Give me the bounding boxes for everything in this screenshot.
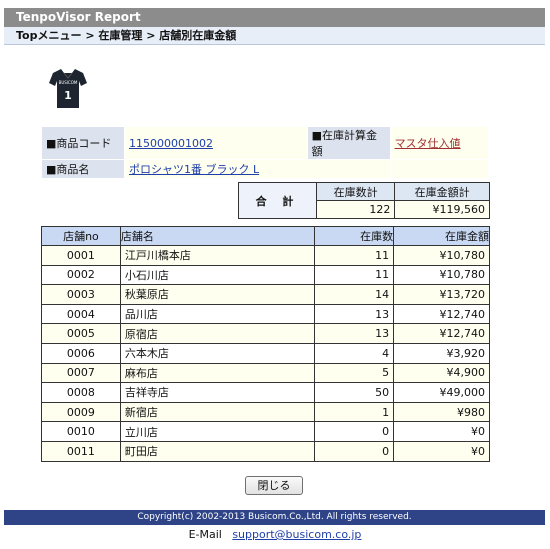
product-code-label: ■商品コード: [41, 126, 125, 160]
column-header-stock-amount: 在庫金額: [393, 226, 490, 246]
stock-amount-cell: ¥10,780: [393, 264, 490, 286]
breadcrumb-current: 店舗別在庫金額: [159, 29, 237, 42]
app-title-bar: TenpoVisor Report: [4, 8, 545, 27]
column-header-store-no: 店舗no: [41, 226, 121, 246]
store-name-cell: 麻布店: [119, 362, 316, 384]
calc-amount-cell: マスタ仕入値: [389, 126, 490, 160]
stock-qty-cell: 50: [314, 382, 395, 403]
stock-amount-cell: ¥10,780: [393, 245, 490, 266]
stock-qty-cell: 0: [314, 440, 395, 462]
stock-qty-cell: 4: [314, 342, 395, 364]
close-button[interactable]: 閉じる: [245, 476, 303, 495]
store-no-cell: 0006: [41, 342, 121, 364]
store-no-cell: 0008: [41, 382, 121, 403]
column-header-stock-qty: 在庫数: [314, 226, 395, 246]
store-no-cell: 0003: [41, 284, 121, 305]
summary-total-label: 合 計: [238, 182, 317, 219]
store-no-cell: 0004: [41, 303, 121, 325]
store-no-cell: 0009: [41, 401, 121, 423]
store-name-cell: 町田店: [119, 440, 316, 462]
store-no-cell: 0011: [41, 440, 121, 462]
stock-amount-cell: ¥13,720: [393, 284, 490, 305]
summary-amount-header: 在庫金額計: [394, 182, 490, 201]
breadcrumb-top-menu[interactable]: Topメニュー: [16, 29, 81, 42]
calc-amount-link[interactable]: マスタ仕入値: [395, 137, 461, 150]
email-label: E-Mail: [188, 528, 222, 541]
stock-qty-cell: 0: [314, 421, 395, 442]
store-no-cell: 0002: [41, 264, 121, 286]
summary-table: 合 計 在庫数計 在庫金額計 122 ¥119,560: [238, 182, 490, 219]
store-name-cell: 立川店: [119, 421, 316, 442]
store-name-cell: 品川店: [119, 303, 316, 325]
stock-amount-cell: ¥0: [393, 440, 490, 462]
summary-amount-total: ¥119,560: [394, 200, 490, 219]
summary-qty-header: 在庫数計: [315, 182, 396, 201]
table-row: 0005 原宿店 13 ¥12,740: [41, 323, 490, 344]
store-name-cell: 江戸川橋本店: [119, 245, 316, 266]
table-row: 0007 麻布店 5 ¥4,900: [41, 362, 490, 384]
store-name-cell: 吉祥寺店: [119, 382, 316, 403]
product-name-link[interactable]: ポロシャツ1番 ブラック L: [129, 163, 259, 176]
table-row: 0001 江戸川橋本店 11 ¥10,780: [41, 245, 490, 266]
store-name-cell: 原宿店: [119, 323, 316, 344]
store-name-cell: 新宿店: [119, 401, 316, 423]
stock-amount-cell: ¥0: [393, 421, 490, 442]
table-row: 0004 品川店 13 ¥12,740: [41, 303, 490, 325]
store-no-cell: 0005: [41, 323, 121, 344]
breadcrumb-inventory[interactable]: 在庫管理: [98, 29, 142, 42]
stock-qty-cell: 5: [314, 362, 395, 384]
product-code-link[interactable]: 115000001002: [129, 137, 213, 150]
breadcrumb: Topメニュー > 在庫管理 > 店舗別在庫金額: [4, 27, 545, 45]
shirt-brand-text: BUSICOM: [59, 80, 78, 85]
store-no-cell: 0007: [41, 362, 121, 384]
stock-amount-cell: ¥49,000: [393, 382, 490, 403]
stock-qty-cell: 11: [314, 264, 395, 286]
footer-email: E-Mail support@busicom.co.jp: [0, 528, 550, 541]
store-no-cell: 0010: [41, 421, 121, 442]
store-stock-table: 店舗no 店舗名 在庫数 在庫金額 0001 江戸川橋本店 11 ¥10,780 00…: [41, 226, 490, 462]
product-code-cell: 115000001002: [124, 126, 308, 160]
table-header-row: 店舗no 店舗名 在庫数 在庫金額: [41, 226, 490, 246]
store-name-cell: 小石川店: [119, 264, 316, 286]
table-row: 0010 立川店 0 ¥0: [41, 421, 490, 442]
table-row: 0006 六本木店 4 ¥3,920: [41, 342, 490, 364]
table-row: 0009 新宿店 1 ¥980: [41, 401, 490, 423]
table-row: 0011 町田店 0 ¥0: [41, 440, 490, 462]
table-row: 0002 小石川店 11 ¥10,780: [41, 264, 490, 286]
store-name-cell: 六本木店: [119, 342, 316, 364]
calc-amount-label: ■在庫計算金額: [306, 126, 391, 160]
breadcrumb-separator: >: [85, 29, 95, 42]
product-name-label: ■商品名: [41, 159, 125, 179]
stock-amount-cell: ¥980: [393, 401, 490, 423]
breadcrumb-separator: >: [146, 29, 156, 42]
table-row: 0008 吉祥寺店 50 ¥49,000: [41, 382, 490, 403]
email-link[interactable]: support@busicom.co.jp: [232, 528, 361, 541]
stock-qty-cell: 11: [314, 245, 395, 266]
footer-copyright: Copyright(c) 2002-2013 Busicom.Co.,Ltd. …: [4, 510, 545, 525]
store-name-cell: 秋葉原店: [119, 284, 316, 305]
stock-qty-cell: 1: [314, 401, 395, 423]
shirt-number-text: 1: [64, 89, 72, 102]
stock-qty-cell: 13: [314, 323, 395, 344]
stock-amount-cell: ¥12,740: [393, 303, 490, 325]
column-header-store-name: 店舗名: [119, 226, 316, 246]
product-info-table: ■商品コード 115000001002 ■在庫計算金額 マスタ仕入値 ■商品名 …: [41, 126, 490, 179]
stock-qty-cell: 13: [314, 303, 395, 325]
blank-cell: [389, 159, 490, 179]
stock-qty-cell: 14: [314, 284, 395, 305]
table-row: 0003 秋葉原店 14 ¥13,720: [41, 284, 490, 305]
blank-cell: [306, 159, 391, 179]
store-no-cell: 0001: [41, 245, 121, 266]
stock-amount-cell: ¥12,740: [393, 323, 490, 344]
product-name-cell: ポロシャツ1番 ブラック L: [124, 159, 308, 179]
product-image-shirt-icon: BUSICOM 1: [49, 69, 87, 108]
stock-amount-cell: ¥4,900: [393, 362, 490, 384]
summary-qty-total: 122: [315, 200, 396, 219]
app-title: TenpoVisor Report: [16, 10, 141, 24]
stock-amount-cell: ¥3,920: [393, 342, 490, 364]
